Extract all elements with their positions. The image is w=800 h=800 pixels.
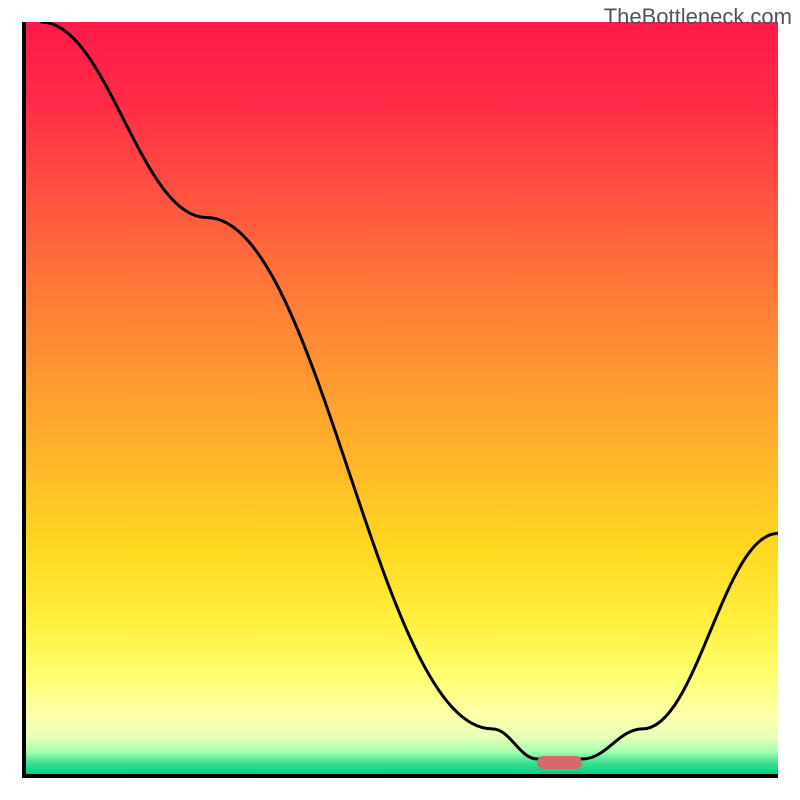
- chart-plot-area: [22, 22, 778, 778]
- chart-container: TheBottleneck.com: [0, 0, 800, 800]
- watermark-text: TheBottleneck.com: [604, 4, 792, 30]
- bottleneck-curve: [26, 22, 778, 774]
- optimal-marker: [537, 756, 582, 770]
